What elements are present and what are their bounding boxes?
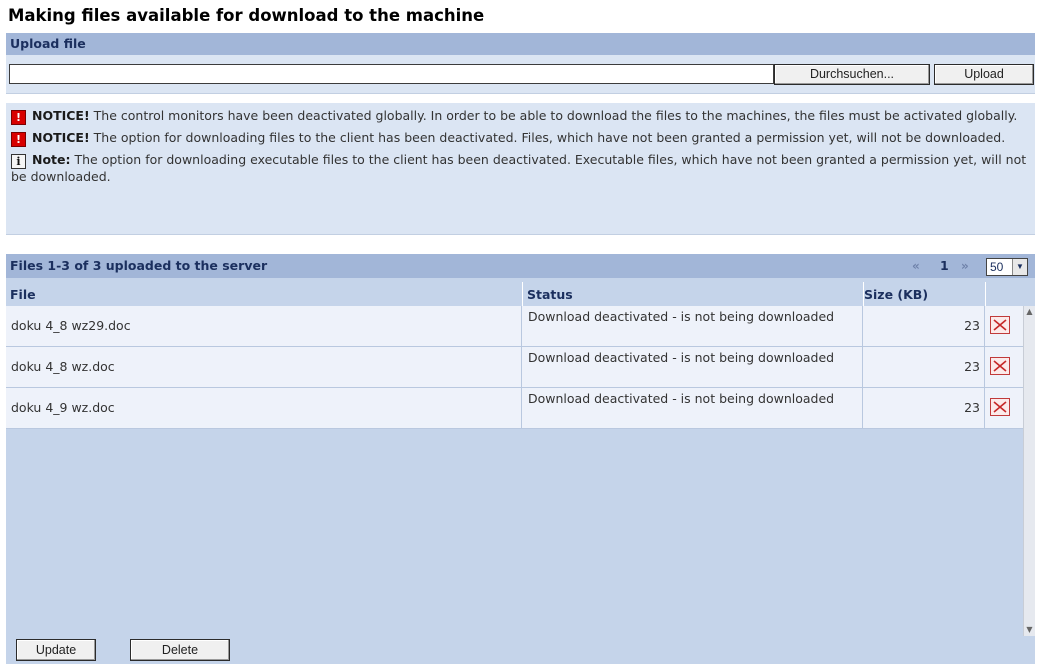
notice-message: ! NOTICE! The option for downloading fil… [11, 130, 1029, 147]
delete-button[interactable]: Delete [130, 639, 230, 661]
files-panel: Files 1-3 of 3 uploaded to the server « … [6, 254, 1035, 664]
file-name-cell: doku 4_9 wz.doc [6, 388, 522, 428]
size-cell: 23 [864, 306, 985, 346]
column-header-file: File [10, 287, 36, 302]
column-header-status: Status [527, 287, 573, 302]
upload-header: Upload file [6, 33, 1035, 55]
per-page-select[interactable]: 50 ▼ [986, 258, 1028, 276]
column-divider [985, 282, 986, 306]
current-page-number[interactable]: 1 [940, 254, 949, 278]
status-cell: Download deactivated - is not being down… [523, 306, 863, 346]
column-header-size: Size (KB) [864, 287, 929, 302]
column-divider [863, 282, 864, 306]
note-text: The option for downloading executable fi… [11, 152, 1027, 184]
notice-label: NOTICE! [31, 108, 90, 123]
notice-text: The option for downloading files to the … [93, 130, 1006, 145]
notice-message: ! NOTICE! The control monitors have been… [11, 108, 1029, 125]
delete-x-icon[interactable] [990, 357, 1010, 375]
next-page-icon[interactable]: » [961, 254, 969, 278]
files-count-title: Files 1-3 of 3 uploaded to the server [10, 258, 268, 273]
notice-text: The control monitors have been deactivat… [93, 108, 1018, 123]
delete-cell [986, 306, 1023, 346]
table-row: doku 4_8 wz29.doc Download deactivated -… [6, 306, 1023, 347]
status-cell: Download deactivated - is not being down… [523, 347, 863, 387]
browse-button[interactable]: Durchsuchen... [774, 64, 930, 85]
chevron-down-icon[interactable]: ▼ [1012, 259, 1027, 275]
upload-button[interactable]: Upload [934, 64, 1034, 85]
note-label: Note: [31, 152, 71, 167]
warning-icon: ! [11, 110, 26, 125]
file-name-cell: doku 4_8 wz.doc [6, 347, 522, 387]
size-cell: 23 [864, 347, 985, 387]
delete-x-icon[interactable] [990, 398, 1010, 416]
upload-file-input[interactable] [9, 64, 774, 84]
delete-cell [986, 388, 1023, 428]
status-cell: Download deactivated - is not being down… [523, 388, 863, 428]
per-page-value: 50 [990, 260, 1004, 274]
update-button[interactable]: Update [16, 639, 96, 661]
warning-icon: ! [11, 132, 26, 147]
note-message: i Note: The option for downloading execu… [11, 152, 1029, 184]
page-title: Making files available for download to t… [8, 6, 485, 25]
notices-panel: ! NOTICE! The control monitors have been… [6, 103, 1035, 235]
delete-x-icon[interactable] [990, 316, 1010, 334]
upload-panel: Upload file Durchsuchen... Upload [6, 33, 1035, 94]
file-name-cell: doku 4_8 wz29.doc [6, 306, 522, 346]
files-header: Files 1-3 of 3 uploaded to the server « … [6, 254, 1035, 278]
table-row: doku 4_8 wz.doc Download deactivated - i… [6, 347, 1023, 388]
table-scrollbar[interactable]: ▲ ▼ [1023, 306, 1035, 636]
delete-cell [986, 347, 1023, 387]
size-cell: 23 [864, 388, 985, 428]
column-divider [522, 282, 523, 306]
first-page-icon[interactable]: « [912, 254, 920, 278]
scroll-down-icon[interactable]: ▼ [1024, 624, 1035, 636]
info-icon: i [11, 154, 26, 169]
scroll-up-icon[interactable]: ▲ [1024, 306, 1035, 318]
table-row: doku 4_9 wz.doc Download deactivated - i… [6, 388, 1023, 429]
notice-label: NOTICE! [31, 130, 90, 145]
